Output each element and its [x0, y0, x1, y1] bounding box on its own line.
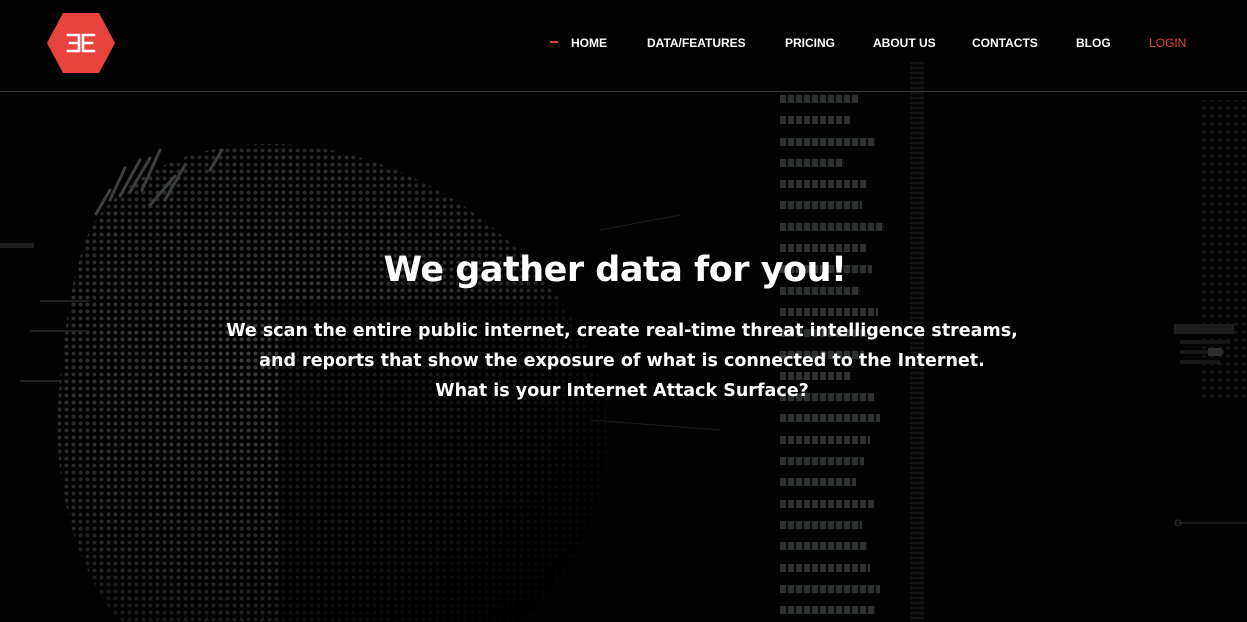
feed-row-graphic: [780, 578, 884, 599]
main-nav: HOME DATA/FEATURES PRICING ABOUT US CONT…: [0, 34, 1247, 52]
hero-description-line: and reports that show the exposure of wh…: [259, 351, 985, 371]
nav-blog-link[interactable]: BLOG: [1076, 34, 1111, 52]
hero-description-line: We scan the entire public internet, crea…: [226, 321, 1018, 341]
feed-row-graphic: [780, 429, 884, 450]
nav-data-features-link[interactable]: DATA/FEATURES: [647, 34, 746, 52]
feed-row-graphic: [780, 109, 884, 130]
feed-row-graphic: [780, 514, 884, 535]
hero-description: We scan the entire public internet, crea…: [0, 316, 1244, 406]
nav-home-link[interactable]: HOME: [571, 34, 607, 52]
feed-row-graphic: [780, 173, 884, 194]
feed-row-graphic: [780, 599, 884, 620]
hero-description-line: What is your Internet Attack Surface?: [435, 381, 809, 401]
feed-row-graphic: [780, 471, 884, 492]
feed-row-graphic: [780, 407, 884, 428]
feed-row-graphic: [780, 535, 884, 556]
nav-contacts-link[interactable]: CONTACTS: [972, 34, 1038, 52]
feed-row-graphic: [780, 450, 884, 471]
site-header: HOME DATA/FEATURES PRICING ABOUT US CONT…: [0, 0, 1247, 92]
feed-row-graphic: [780, 216, 884, 237]
feed-row-graphic: [780, 557, 884, 578]
hero-title: We gather data for you!: [383, 250, 847, 290]
feed-row-graphic: [780, 131, 884, 152]
globe-background-graphic: [0, 100, 1247, 622]
nav-login-link[interactable]: LOGIN: [1149, 34, 1186, 52]
nav-pricing-link[interactable]: PRICING: [785, 34, 835, 52]
page: HOME DATA/FEATURES PRICING ABOUT US CONT…: [0, 0, 1247, 622]
feed-row-graphic: [780, 493, 884, 514]
feed-row-graphic: [780, 152, 884, 173]
nav-about-us-link[interactable]: ABOUT US: [873, 34, 936, 52]
feed-row-graphic: [780, 194, 884, 215]
